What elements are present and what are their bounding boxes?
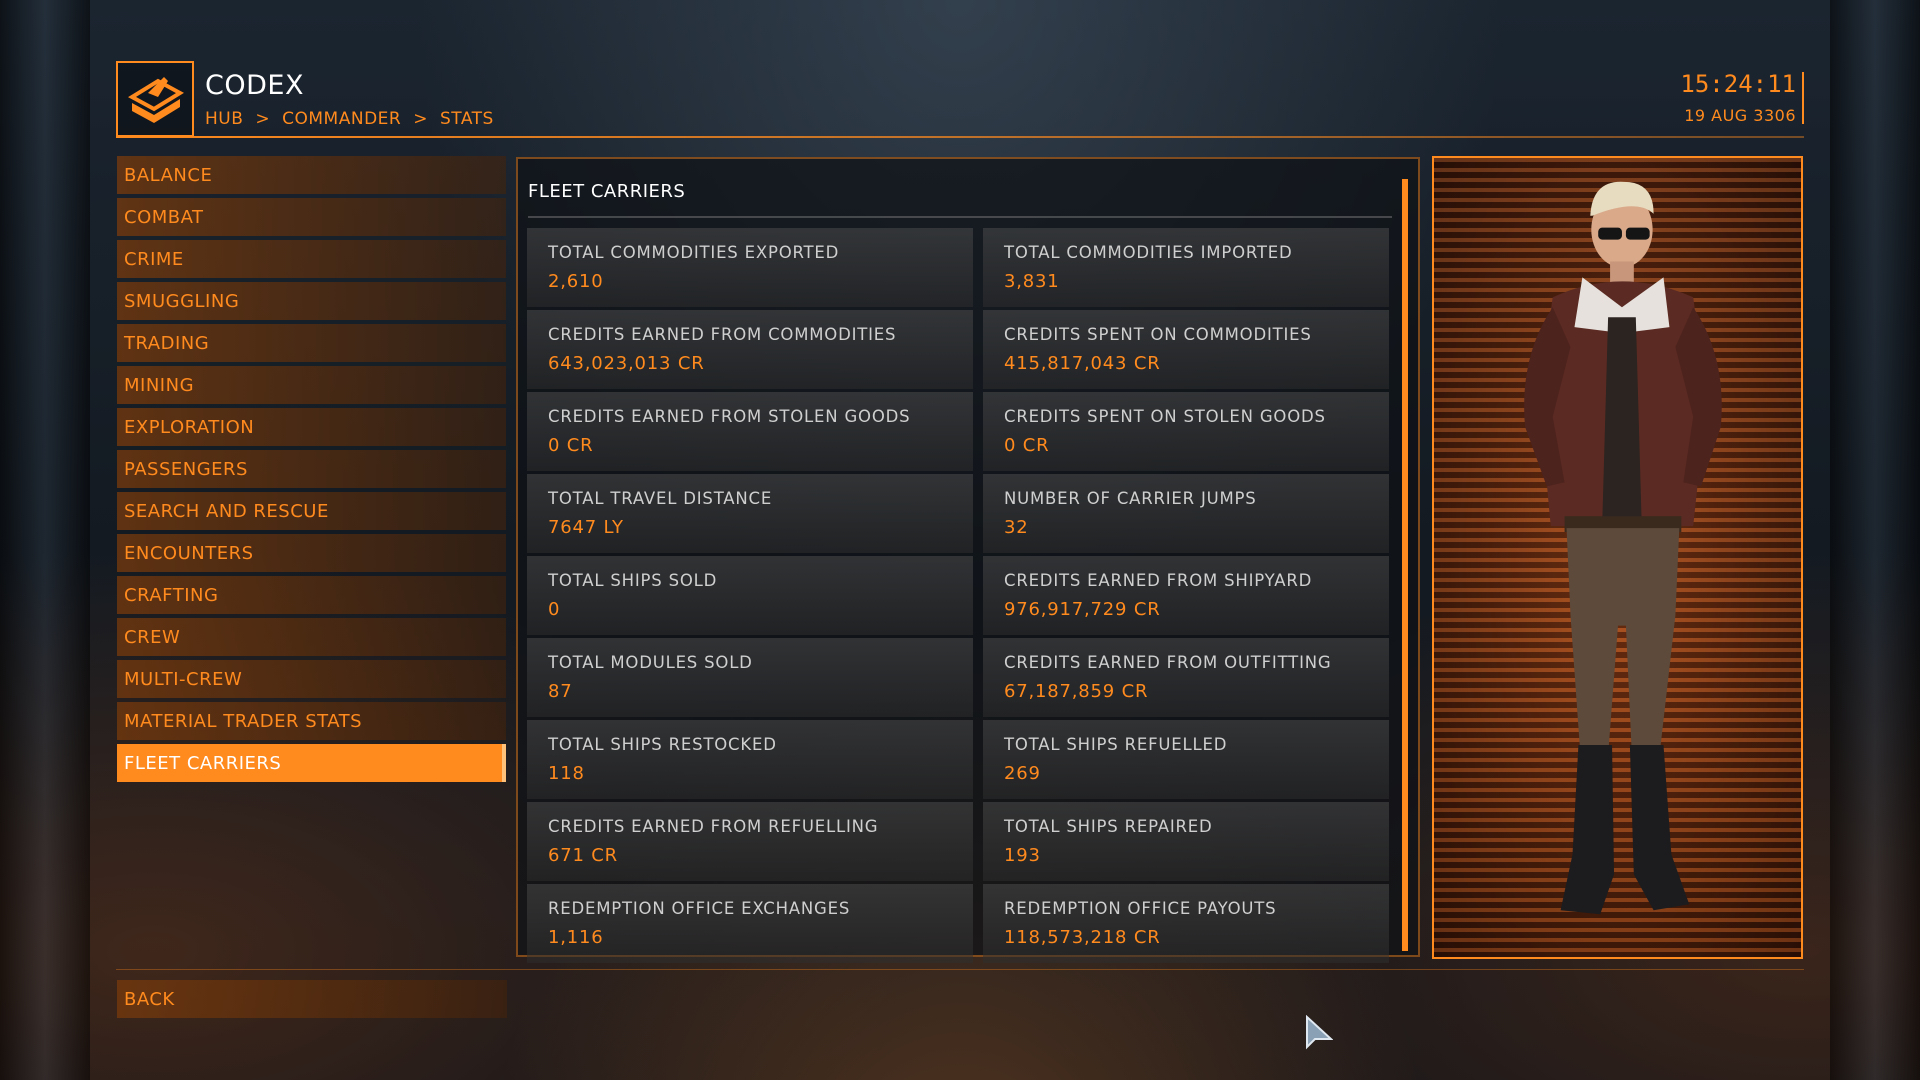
stat-label: REDEMPTION OFFICE EXCHANGES [548, 899, 851, 918]
stat-cell: CREDITS SPENT ON STOLEN GOODS 0 CR [983, 392, 1389, 471]
header-divider [116, 136, 1804, 138]
stat-label: CREDITS SPENT ON STOLEN GOODS [1004, 407, 1326, 426]
stat-value: 118,573,218 CR [1004, 927, 1161, 948]
panel-scrollbar[interactable] [1402, 179, 1408, 951]
stat-value: 87 [548, 681, 573, 702]
stat-value: 671 CR [548, 845, 618, 866]
stat-cell: TOTAL COMMODITIES IMPORTED 3,831 [983, 228, 1389, 307]
stat-label: TOTAL SHIPS REFUELLED [1004, 735, 1228, 754]
sidebar-item-material-trader-stats[interactable]: MATERIAL TRADER STATS [117, 702, 506, 740]
stat-value: 67,187,859 CR [1004, 681, 1149, 702]
background-pillar-right [1830, 0, 1920, 1080]
stat-label: TOTAL TRAVEL DISTANCE [548, 489, 773, 508]
stat-value: 976,917,729 CR [1004, 599, 1161, 620]
breadcrumb-separator: > [413, 109, 428, 129]
stat-cell: CREDITS EARNED FROM SHIPYARD 976,917,729 … [983, 556, 1389, 635]
codex-book-icon [116, 61, 194, 137]
stat-label: TOTAL MODULES SOLD [548, 653, 753, 672]
stat-label: CREDITS EARNED FROM OUTFITTING [1004, 653, 1332, 672]
stat-value: 643,023,013 CR [548, 353, 705, 374]
stat-label: CREDITS EARNED FROM STOLEN GOODS [548, 407, 911, 426]
clock-divider [1802, 72, 1804, 124]
stat-cell: TOTAL SHIPS REFUELLED 269 [983, 720, 1389, 799]
sidebar-item-crime[interactable]: CRIME [117, 240, 506, 278]
sidebar-item-mining[interactable]: MINING [117, 366, 506, 404]
stat-cell: REDEMPTION OFFICE PAYOUTS 118,573,218 CR [983, 884, 1389, 963]
sidebar-item-crew[interactable]: CREW [117, 618, 506, 656]
stat-label: TOTAL COMMODITIES EXPORTED [548, 243, 840, 262]
sidebar-item-balance[interactable]: BALANCE [117, 156, 506, 194]
breadcrumb-stats: STATS [439, 109, 494, 129]
stats-grid: TOTAL COMMODITIES EXPORTED 2,610 TOTAL CO… [527, 228, 1393, 963]
stat-value: 415,817,043 CR [1004, 353, 1161, 374]
mouse-pointer-icon [1306, 1015, 1333, 1050]
stat-label: TOTAL SHIPS REPAIRED [1004, 817, 1213, 836]
stat-cell: CREDITS EARNED FROM COMMODITIES 643,023,0… [527, 310, 973, 389]
stat-cell: TOTAL MODULES SOLD 87 [527, 638, 973, 717]
breadcrumb-hub[interactable]: HUB [205, 109, 243, 129]
stat-cell: CREDITS SPENT ON COMMODITIES 415,817,043 … [983, 310, 1389, 389]
sidebar-item-fleet-carriers[interactable]: FLEET CARRIERS [117, 744, 506, 782]
stat-cell: REDEMPTION OFFICE EXCHANGES 1,116 [527, 884, 973, 963]
background-pillar-left [0, 0, 90, 1080]
stat-value: 3,831 [1004, 271, 1060, 292]
stat-cell: TOTAL TRAVEL DISTANCE 7647 LY [527, 474, 973, 553]
stat-cell: CREDITS EARNED FROM REFUELLING 671 CR [527, 802, 973, 881]
stat-label: TOTAL COMMODITIES IMPORTED [1004, 243, 1293, 262]
clock-date: 19 AUG 3306 [1684, 106, 1796, 125]
stat-value: 0 CR [1004, 435, 1050, 456]
commander-portrait [1432, 156, 1803, 959]
stat-label: CREDITS EARNED FROM COMMODITIES [548, 325, 897, 344]
stat-label: REDEMPTION OFFICE PAYOUTS [1004, 899, 1277, 918]
sidebar-item-trading[interactable]: TRADING [117, 324, 506, 362]
page-title: CODEX [205, 70, 304, 101]
breadcrumb: HUB > COMMANDER > STATS [205, 109, 494, 129]
stat-label: TOTAL SHIPS RESTOCKED [548, 735, 777, 754]
clock-time: 15:24:11 [1680, 70, 1796, 98]
fleet-carriers-panel: FLEET CARRIERS TOTAL COMMODITIES EXPORTE… [516, 157, 1420, 963]
stat-label: CREDITS EARNED FROM SHIPYARD [1004, 571, 1313, 590]
panel-title-divider [528, 216, 1392, 218]
breadcrumb-commander[interactable]: COMMANDER [282, 109, 401, 129]
sidebar-item-search-and-rescue[interactable]: SEARCH AND RESCUE [117, 492, 506, 530]
commander-figure [1524, 181, 1722, 915]
stat-cell: TOTAL SHIPS RESTOCKED 118 [527, 720, 973, 799]
stat-value: 269 [1004, 763, 1041, 784]
stat-value: 32 [1004, 517, 1029, 538]
panel-title: FLEET CARRIERS [528, 181, 686, 202]
stats-category-sidebar: BALANCE COMBAT CRIME SMUGGLING TRADING M… [117, 156, 506, 786]
stat-value: 1,116 [548, 927, 604, 948]
breadcrumb-separator: > [255, 109, 271, 129]
back-button[interactable]: BACK [117, 980, 507, 1018]
stat-value: 7647 LY [548, 517, 624, 538]
sidebar-item-exploration[interactable]: EXPLORATION [117, 408, 506, 446]
stat-value: 0 CR [548, 435, 594, 456]
sidebar-item-combat[interactable]: COMBAT [117, 198, 506, 236]
footer-divider [116, 969, 1804, 970]
stat-cell: CREDITS EARNED FROM STOLEN GOODS 0 CR [527, 392, 973, 471]
sidebar-item-passengers[interactable]: PASSENGERS [117, 450, 506, 488]
sidebar-item-crafting[interactable]: CRAFTING [117, 576, 506, 614]
stat-cell: TOTAL SHIPS SOLD 0 [527, 556, 973, 635]
stat-value: 0 [548, 599, 561, 620]
stat-label: CREDITS EARNED FROM REFUELLING [548, 817, 879, 836]
sidebar-item-smuggling[interactable]: SMUGGLING [117, 282, 506, 320]
stat-label: NUMBER OF CARRIER JUMPS [1004, 489, 1257, 508]
stat-value: 118 [548, 763, 585, 784]
stat-cell: NUMBER OF CARRIER JUMPS 32 [983, 474, 1389, 553]
stat-cell: TOTAL COMMODITIES EXPORTED 2,610 [527, 228, 973, 307]
stat-cell: TOTAL SHIPS REPAIRED 193 [983, 802, 1389, 881]
stat-value: 2,610 [548, 271, 604, 292]
stat-value: 193 [1004, 845, 1041, 866]
stat-label: CREDITS SPENT ON COMMODITIES [1004, 325, 1312, 344]
sidebar-item-encounters[interactable]: ENCOUNTERS [117, 534, 506, 572]
stat-label: TOTAL SHIPS SOLD [548, 571, 718, 590]
sidebar-item-multi-crew[interactable]: MULTI-CREW [117, 660, 506, 698]
stat-cell: CREDITS EARNED FROM OUTFITTING 67,187,859… [983, 638, 1389, 717]
